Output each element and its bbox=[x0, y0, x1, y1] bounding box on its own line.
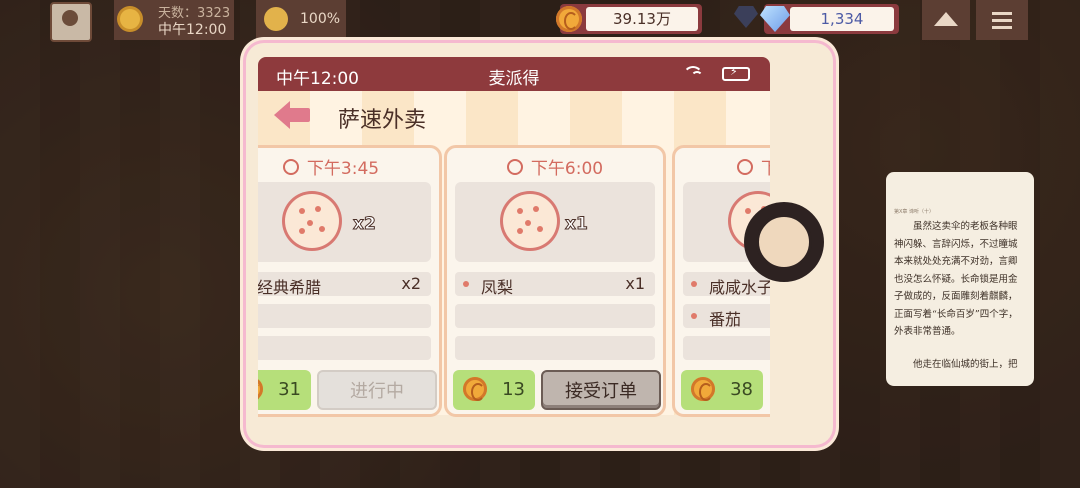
ingredient-row-empty bbox=[258, 304, 431, 328]
ingredient-row-empty bbox=[683, 336, 770, 360]
clock-icon bbox=[282, 159, 299, 175]
ingredient-row-empty bbox=[455, 336, 655, 360]
phone-home-button[interactable] bbox=[744, 202, 824, 282]
bullet-icon bbox=[691, 281, 697, 287]
order-deadline: 下 bbox=[761, 159, 770, 179]
collapse-up-button[interactable] bbox=[922, 0, 970, 40]
day-time-panel: 天数：3323 中午12:00 bbox=[114, 0, 234, 40]
in-progress-button[interactable]: 进行中 bbox=[317, 370, 437, 410]
order-card: 下午6:00 x1 凤梨 x1 13 接受订单 bbox=[444, 145, 666, 417]
order-deadline: 下午6:00 bbox=[530, 159, 604, 179]
accept-order-button[interactable]: 接受订单 bbox=[541, 370, 661, 410]
ingredient-count: x1 bbox=[625, 274, 645, 293]
reader-paragraph: 他走在临仙城的街上，把 bbox=[913, 359, 1018, 370]
coin-value: 39.13万 bbox=[586, 7, 698, 31]
reward-amount: 13 bbox=[502, 379, 525, 400]
reward-badge: 13 bbox=[453, 370, 535, 410]
ingredient-row-empty bbox=[258, 336, 431, 360]
pizza-quantity: x1 bbox=[565, 214, 589, 235]
ingredient-count: x2 bbox=[401, 274, 421, 293]
sun-icon bbox=[120, 9, 140, 29]
pizza-icon bbox=[285, 194, 339, 248]
ingredient-name: 经典希腊 bbox=[258, 278, 322, 297]
ingredient-row: 经典希腊 x2 bbox=[258, 272, 431, 297]
pizza-quantity: x2 bbox=[353, 214, 377, 235]
pizza-image-box: x2 bbox=[258, 182, 431, 262]
reward-badge: 31 bbox=[258, 370, 311, 410]
coin-icon bbox=[691, 377, 715, 401]
mood-panel: 100% bbox=[256, 0, 346, 40]
ingredient-name: 咸咸水子 bbox=[709, 278, 770, 297]
coin-counter[interactable]: 39.13万 bbox=[556, 4, 702, 34]
bullet-icon bbox=[691, 313, 697, 319]
coin-icon bbox=[556, 6, 582, 32]
ingredient-row: 凤梨 x1 bbox=[455, 272, 655, 297]
orders-viewport: 下午3:45 x2 经典希腊 x2 31 进行中 下午6:00 x1 凤梨 x1… bbox=[258, 43, 770, 429]
smiley-icon bbox=[264, 7, 288, 31]
gem-value: 1,334 bbox=[790, 7, 894, 31]
clock-icon bbox=[737, 159, 753, 175]
menu-button[interactable] bbox=[976, 0, 1028, 40]
diamond-icon bbox=[760, 6, 790, 32]
player-avatar[interactable] bbox=[50, 2, 92, 42]
game-time: 中午12:00 bbox=[158, 22, 227, 38]
pizza-icon bbox=[503, 194, 557, 248]
order-card: 下 咸咸水子 番茄 38 bbox=[672, 145, 770, 417]
gem-counter[interactable]: 1,334 bbox=[760, 4, 899, 34]
reward-amount: 31 bbox=[278, 379, 301, 400]
ingredient-row: 番茄 bbox=[683, 304, 770, 329]
mood-value: 100% bbox=[300, 11, 341, 27]
reward-amount: 38 bbox=[730, 379, 753, 400]
pizza-image-box: x1 bbox=[455, 182, 655, 262]
reader-floating-window[interactable]: 第X章 谛听（十） 虽然这卖伞的老板各种眼神闪躲、言辞闪烁，不过瞳城本来就处处充… bbox=[886, 172, 1034, 386]
coin-icon bbox=[258, 377, 263, 401]
order-card: 下午3:45 x2 经典希腊 x2 31 进行中 bbox=[258, 145, 442, 417]
coin-icon bbox=[463, 377, 487, 401]
chapter-header: 第X章 谛听（十） bbox=[894, 209, 935, 215]
bullet-icon bbox=[463, 281, 469, 287]
ingredient-name: 凤梨 bbox=[481, 278, 514, 297]
reward-badge: 38 bbox=[681, 370, 763, 410]
ingredient-row-empty bbox=[455, 304, 655, 328]
ingredient-row: 咸咸水子 bbox=[683, 272, 770, 297]
ingredient-name: 番茄 bbox=[709, 310, 742, 329]
order-deadline: 下午3:45 bbox=[306, 159, 380, 179]
reader-paragraph: 虽然这卖伞的老板各种眼神闪躲、言辞闪烁，不过瞳城本来就处处充满不对劲，言卿也没怎… bbox=[894, 221, 1018, 337]
clock-icon bbox=[506, 159, 523, 175]
